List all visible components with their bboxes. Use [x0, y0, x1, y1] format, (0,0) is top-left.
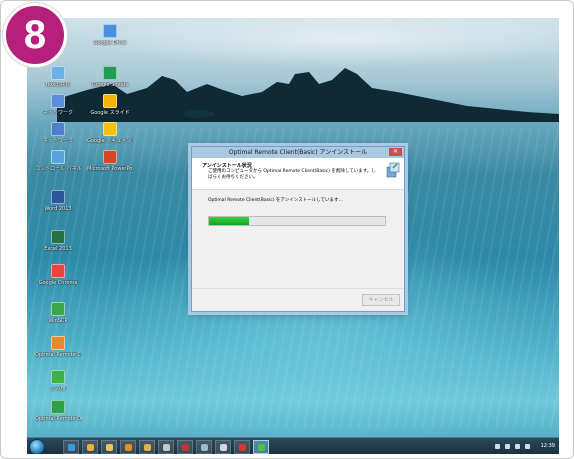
- media-player-icon: [124, 443, 132, 451]
- desktop-icon[interactable]: Boxの共有: [35, 66, 81, 88]
- dialog-body: Optimal Remote Client(Basic) をアンインストールして…: [192, 190, 404, 280]
- chrome-icon: [51, 264, 65, 278]
- desktop-icon-label: Google Drive: [93, 40, 127, 46]
- taskbar-button[interactable]: [234, 440, 250, 454]
- explorer-icon: [105, 443, 113, 451]
- taskbar-button[interactable]: [253, 440, 269, 454]
- google-slides-icon: [103, 94, 117, 108]
- system-tray: 12:39: [494, 438, 555, 454]
- desktop-icon-label: Google ドキュメント: [87, 138, 133, 144]
- desktop-icon-label: Google Chrome: [38, 280, 78, 286]
- taskbar-button[interactable]: [101, 440, 117, 454]
- installer-icon: [257, 443, 265, 451]
- google-docs-icon: [103, 122, 117, 136]
- network-icon: [51, 94, 65, 108]
- chrome-icon: [86, 443, 94, 451]
- desktop-icon[interactable]: Google Chrome: [35, 264, 81, 286]
- pdf-icon: [238, 443, 246, 451]
- desktop-icon[interactable]: Google スライド: [87, 94, 133, 116]
- keyboard-icon[interactable]: [524, 443, 530, 449]
- desktop-icon-label: Google スライド: [90, 110, 130, 116]
- powerpoint-icon: [103, 150, 117, 164]
- progress-fill: [209, 217, 250, 225]
- desktop-icon[interactable]: WinSCP: [35, 302, 81, 324]
- control-panel-icon: [51, 150, 65, 164]
- taskbar-button[interactable]: [215, 440, 231, 454]
- taskbar: 12:39: [27, 437, 559, 454]
- app-icon: [219, 443, 227, 451]
- progress-bar: [208, 216, 386, 226]
- uninstall-dialog: Optimal Remote Client(Basic) アンインストール ✕ …: [191, 146, 405, 312]
- dialog-footer: キャンセル: [192, 288, 404, 311]
- desktop-icon[interactable]: ごみ箱: [35, 370, 81, 392]
- taskbar-button[interactable]: [120, 440, 136, 454]
- taskbar-button[interactable]: [82, 440, 98, 454]
- volume-icon[interactable]: [514, 443, 520, 449]
- desktop-icon-label: Excel 2013: [44, 246, 72, 252]
- remote-client-icon: [51, 370, 65, 384]
- taskbar-button[interactable]: [196, 440, 212, 454]
- desktop-icon-label: Optimal Remote CopyPlayer: [35, 352, 81, 358]
- desktop-icon[interactable]: Excel 2013: [35, 230, 81, 252]
- desktop: Google Drive Boxの共有 Google Sheets ネットワーク Goo…: [27, 18, 559, 454]
- desktop-icon[interactable]: Optimal Remote CopyPlayer: [35, 336, 81, 358]
- recycle-bin-icon: [51, 66, 65, 80]
- dialog-title: Optimal Remote Client(Basic) アンインストール: [228, 149, 368, 156]
- cancel-button[interactable]: キャンセル: [362, 294, 400, 306]
- desktop-icon-label: ネットワーク: [42, 138, 73, 144]
- desktop-icon-label: Microsoft PowerPoint ...: [87, 166, 133, 172]
- ie-icon: [67, 443, 75, 451]
- desktop-icon[interactable]: Word 2013: [35, 190, 81, 212]
- network-icon[interactable]: [504, 443, 510, 449]
- desktop-icon-label: ごみ箱: [50, 386, 66, 392]
- desktop-icon-label: WinSCP: [48, 318, 68, 324]
- desktop-icon[interactable]: Microsoft PowerPoint ...: [87, 150, 133, 172]
- desktop-icon-label: Word 2013: [44, 206, 72, 212]
- desktop-icon[interactable]: Optimal Remote Operator(Basic): [35, 400, 81, 422]
- word-icon: [51, 190, 65, 204]
- desktop-icon-label: ネットワーク: [42, 110, 73, 116]
- installer-logo-icon: [386, 162, 400, 178]
- app-icon: [162, 443, 170, 451]
- desktop-icon[interactable]: ネットワーク: [35, 122, 81, 144]
- close-button[interactable]: ✕: [389, 148, 402, 156]
- desktop-icon[interactable]: Google Sheets: [87, 66, 133, 88]
- app-icon: [200, 443, 208, 451]
- dialog-header: アンインストール状況 ご使用のコンピュータから Optimal Remote C…: [192, 158, 404, 190]
- optimal-remote-icon: [51, 336, 65, 350]
- dialog-subtext: ご使用のコンピュータから Optimal Remote Client(Basic…: [208, 169, 376, 180]
- network-icon: [51, 122, 65, 136]
- desktop-icon[interactable]: ネットワーク: [35, 94, 81, 116]
- start-button[interactable]: [29, 439, 45, 454]
- desktop-icon[interactable]: Google Drive: [87, 24, 133, 46]
- step-number-badge: 8: [3, 3, 67, 67]
- google-drive-icon: [103, 24, 117, 38]
- taskbar-button[interactable]: [177, 440, 193, 454]
- taskbar-button[interactable]: [139, 440, 155, 454]
- clock[interactable]: 12:39: [541, 443, 555, 449]
- optimal-operator-icon: [51, 400, 65, 414]
- record-icon: [181, 443, 189, 451]
- desktop-icon[interactable]: コントロール パネル: [35, 150, 81, 172]
- taskbar-button[interactable]: [158, 440, 174, 454]
- desktop-icon-label: Optimal Remote Operator(Basic): [35, 416, 81, 422]
- desktop-icon[interactable]: Google ドキュメント: [87, 122, 133, 144]
- google-sheets-icon: [103, 66, 117, 80]
- flag-icon[interactable]: [494, 443, 500, 449]
- app-icon: [143, 443, 151, 451]
- dialog-titlebar[interactable]: Optimal Remote Client(Basic) アンインストール ✕: [192, 147, 404, 158]
- desktop-icon-label: Google Sheets: [91, 82, 129, 88]
- taskbar-button[interactable]: [63, 440, 79, 454]
- excel-icon: [51, 230, 65, 244]
- desktop-icon-label: コントロール パネル: [35, 166, 81, 172]
- winscp-icon: [51, 302, 65, 316]
- desktop-icon-label: Boxの共有: [45, 82, 71, 88]
- status-text: Optimal Remote Client(Basic) をアンインストールして…: [208, 198, 343, 203]
- dialog-heading: アンインストール状況: [202, 163, 252, 169]
